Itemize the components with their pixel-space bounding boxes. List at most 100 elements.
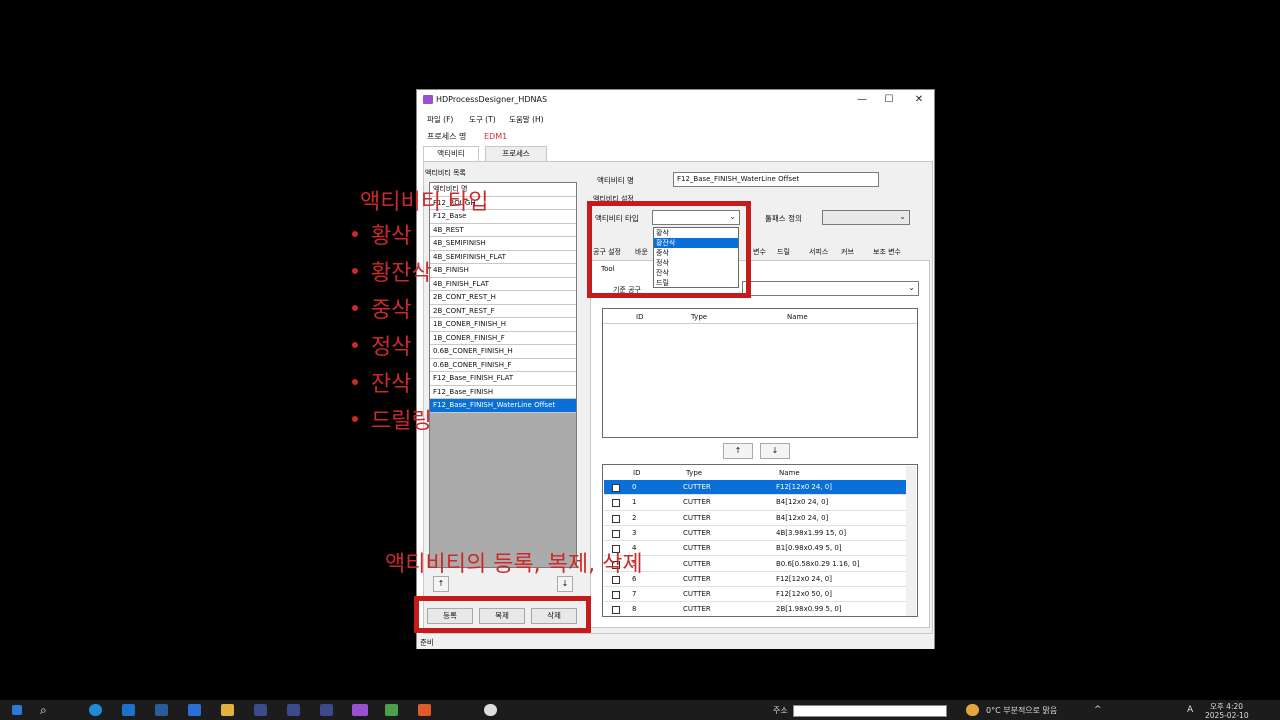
column-name: Name [787, 313, 808, 321]
table-row[interactable]: 1 CUTTER B4[12x0 24, 0] [604, 495, 906, 511]
chevron-up-icon[interactable]: ^ [1094, 705, 1102, 715]
list-item[interactable]: 4B_SEMIFINISH [430, 237, 576, 251]
maximize-button[interactable]: ☐ [881, 93, 897, 107]
table-row[interactable]: 2 CUTTER B4[12x0 24, 0] [604, 511, 906, 526]
tab-drill[interactable]: 드릴 [777, 246, 790, 259]
type-cell: CUTTER [683, 498, 711, 507]
search-icon[interactable]: ⌕ [40, 703, 47, 718]
list-item[interactable]: 4B_FINISH_FLAT [430, 277, 576, 291]
list-item[interactable]: 0.6B_CONER_FINISH_F [430, 358, 576, 372]
list-item[interactable]: F12_Base_FINISH [430, 385, 576, 399]
minimize-button[interactable]: — [854, 93, 870, 107]
tab-variables[interactable]: 변수 [753, 246, 766, 259]
list-down-button[interactable]: ↓ [557, 576, 573, 592]
table-row[interactable]: 7 CUTTER F12[12x0 50, 0] [604, 587, 906, 603]
reference-tool-combo[interactable]: ⌄ [742, 281, 919, 296]
outlook-icon[interactable] [122, 704, 135, 716]
move-down-button[interactable]: ↓ [760, 443, 790, 459]
tab-surface[interactable]: 서피스 [809, 246, 828, 259]
tab-process[interactable]: 프로세스 [485, 146, 547, 161]
annotation-bullet: 황잔삭 [371, 261, 432, 286]
row-checkbox[interactable] [612, 514, 620, 523]
tab-curve[interactable]: 커브 [841, 246, 854, 259]
row-checkbox[interactable] [612, 606, 620, 615]
settings-icon[interactable] [484, 704, 497, 716]
toolpath-definition-combo[interactable]: ⌄ [822, 210, 910, 225]
activity-name-field[interactable]: F12_Base_FINISH_WaterLine Offset [673, 172, 879, 187]
store-icon[interactable] [188, 704, 201, 716]
selected-tools-grid[interactable]: ID Type Name [602, 308, 918, 438]
menu-tools[interactable]: 도구 (T) [469, 114, 496, 125]
list-item[interactable]: 4B_FINISH [430, 264, 576, 278]
window-title: HDProcessDesigner_HDNAS [436, 95, 548, 104]
type-cell: CUTTER [683, 528, 711, 537]
id-cell: 7 [632, 590, 637, 599]
activity-list[interactable]: 액티비티 명 F12_ROUGH F12_Base 4B_REST 4B_SEMIFIN… [429, 182, 577, 568]
tab-aux-variables[interactable]: 보조 변수 [873, 246, 901, 259]
paint-icon[interactable] [385, 704, 398, 716]
table-row[interactable]: 6 CUTTER F12[12x0 24, 0] [604, 572, 906, 588]
type-cell: CUTTER [683, 544, 711, 553]
status-text: 준비 [420, 638, 434, 647]
hd-app-icon[interactable] [254, 704, 267, 716]
chevron-down-icon: ⌄ [908, 283, 915, 292]
column-id: ID [633, 469, 641, 477]
table-row[interactable]: 3 CUTTER 4B[3.98x1.99 15, 0] [604, 526, 906, 542]
column-type: Type [691, 313, 708, 321]
list-item[interactable]: 0.6B_CONER_FINISH_H [430, 345, 576, 359]
bullet-dot [352, 379, 358, 385]
table-row[interactable]: 4 CUTTER B1[0.98x0.49 5, 0] [604, 541, 906, 557]
hdprocessdesigner-icon[interactable] [352, 704, 368, 716]
edge-icon[interactable] [89, 704, 102, 716]
row-checkbox[interactable] [612, 499, 620, 508]
annotation-bullet: 중삭 [371, 298, 412, 323]
weather-icon [966, 704, 979, 716]
list-item[interactable]: F12_Base_FINISH_WaterLine Offset [430, 399, 576, 413]
annotation-caption: 액티비티의 등록, 복제, 삭제 [385, 552, 643, 577]
table-row[interactable]: 8 CUTTER 2B[1.98x0.99 5, 0] [604, 602, 906, 616]
bullet-dot [352, 305, 358, 311]
clock-date[interactable]: 2025-02-10 [1205, 711, 1249, 720]
file-explorer-icon[interactable] [221, 704, 234, 716]
menu-file[interactable]: 파일 (F) [427, 114, 453, 125]
chevron-down-icon: ⌄ [899, 212, 906, 221]
app-icon [423, 95, 433, 104]
list-item[interactable]: 1B_CONER_FINISH_F [430, 331, 576, 345]
row-checkbox[interactable] [612, 484, 620, 492]
name-cell: 2B[1.98x0.99 5, 0] [776, 605, 842, 614]
vertical-scrollbar[interactable] [906, 466, 916, 616]
type-cell: CUTTER [683, 590, 711, 599]
title-bar: HDProcessDesigner_HDNAS — ☐ ✕ [417, 90, 934, 110]
list-item[interactable]: 2B_CONT_REST_H [430, 291, 576, 305]
type-cell: CUTTER [683, 483, 711, 491]
activity-name-label: 액티비티 명 [597, 176, 634, 185]
bullet-dot [352, 416, 358, 422]
input-language[interactable]: A [1187, 705, 1193, 715]
tab-activity[interactable]: 액티비티 [423, 146, 479, 161]
row-checkbox[interactable] [612, 529, 620, 538]
table-row[interactable]: 0 CUTTER F12[12x0 24, 0] [604, 480, 906, 496]
id-cell: 0 [632, 483, 637, 491]
list-item[interactable]: 2B_CONT_REST_F [430, 304, 576, 318]
address-input[interactable] [793, 705, 947, 717]
move-up-button[interactable]: ↑ [723, 443, 753, 459]
table-row[interactable]: 5 CUTTER B0.6[0.58x0.29 1.16, 0] [604, 557, 906, 572]
tool-table[interactable]: ID Type Name 0 CUTTER F12[12x0 24, 0] 1 CUTT… [602, 464, 918, 617]
close-button[interactable]: ✕ [911, 93, 927, 107]
hd-app-icon[interactable] [287, 704, 300, 716]
windows-start-icon[interactable] [12, 705, 22, 715]
row-checkbox[interactable] [612, 591, 620, 600]
list-up-button[interactable]: ↑ [433, 576, 449, 592]
eip-icon[interactable] [155, 704, 168, 716]
list-item[interactable]: 1B_CONER_FINISH_H [430, 318, 576, 332]
name-cell: B0.6[0.58x0.29 1.16, 0] [776, 559, 860, 568]
list-item[interactable]: 4B_SEMIFINISH_FLAT [430, 250, 576, 264]
list-item[interactable]: F12_Base_FINISH_FLAT [430, 372, 576, 386]
list-item[interactable]: 4B_REST [430, 223, 576, 237]
snipping-icon[interactable] [418, 704, 431, 716]
hd-app-icon[interactable] [320, 704, 333, 716]
taskbar: ⌕ 주소 0°C 부분적으로 맑음 ^ A 오후 4:20 2025-02-10 [0, 700, 1280, 720]
annotation-bullet: 정삭 [371, 335, 412, 360]
menu-help[interactable]: 도움말 (H) [509, 114, 544, 125]
grid-header [603, 309, 917, 324]
